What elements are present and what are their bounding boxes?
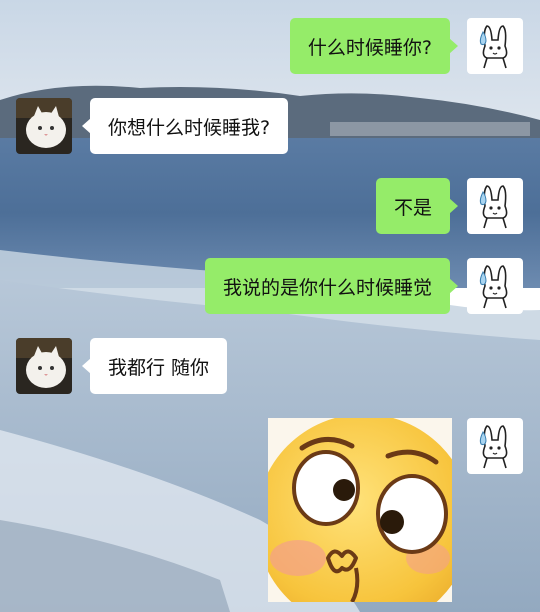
rabbit-sweat-icon[interactable] bbox=[467, 178, 523, 234]
message-bubble[interactable]: 什么时候睡你? bbox=[289, 18, 459, 74]
message-row: 你想什么时候睡我? bbox=[81, 98, 289, 154]
message-text: 什么时候睡你? bbox=[307, 36, 432, 59]
message-row: 我都行 随你 bbox=[81, 338, 228, 394]
message-text: 我说的是你什么时候睡觉 bbox=[222, 276, 432, 299]
rabbit-sweat-icon[interactable] bbox=[467, 418, 523, 474]
message-bubble[interactable]: 不是 bbox=[375, 178, 459, 234]
message-text: 我都行 随你 bbox=[108, 356, 210, 379]
white-cat-icon[interactable] bbox=[16, 338, 72, 394]
message-bubble[interactable]: 你想什么时候睡我? bbox=[81, 98, 289, 154]
message-bubble[interactable]: 我说的是你什么时候睡觉 bbox=[204, 258, 459, 314]
rabbit-sweat-icon[interactable] bbox=[467, 258, 523, 314]
flushed-face-sticker[interactable] bbox=[268, 418, 452, 602]
message-row: 我说的是你什么时候睡觉 bbox=[204, 258, 459, 314]
message-row: 什么时候睡你? bbox=[289, 18, 459, 74]
white-cat-icon[interactable] bbox=[16, 98, 72, 154]
message-bubble[interactable]: 我都行 随你 bbox=[81, 338, 228, 394]
message-text: 你想什么时候睡我? bbox=[108, 116, 271, 139]
rabbit-sweat-icon[interactable] bbox=[467, 18, 523, 74]
message-text: 不是 bbox=[393, 196, 432, 219]
message-row: 不是 bbox=[375, 178, 459, 234]
